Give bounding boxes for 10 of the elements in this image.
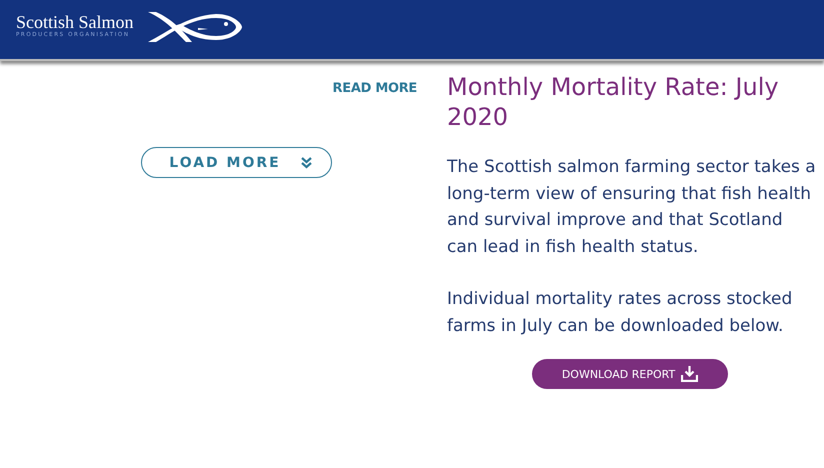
article-paragraph: Individual mortality rates across stocked farms in July can be downloaded below.	[447, 288, 794, 338]
download-icon	[681, 366, 698, 382]
brand-name: Scottish Salmon	[16, 12, 134, 32]
fish-logo-icon	[146, 10, 244, 44]
article-paragraph: The Scottish salmon farming sector takes a long-term view of ensuring that fish health and survival improve and that Scotland can lead in fish health status.	[447, 156, 817, 258]
load-more-button[interactable]: LOAD MORE	[141, 147, 332, 178]
download-report-button[interactable]: DOWNLOAD REPORT	[532, 359, 728, 389]
read-more-link[interactable]: READ MORE	[332, 81, 417, 96]
article-title: Monthly Mortality Rate: July 2020	[447, 72, 780, 132]
chevron-down-icon	[300, 156, 312, 168]
